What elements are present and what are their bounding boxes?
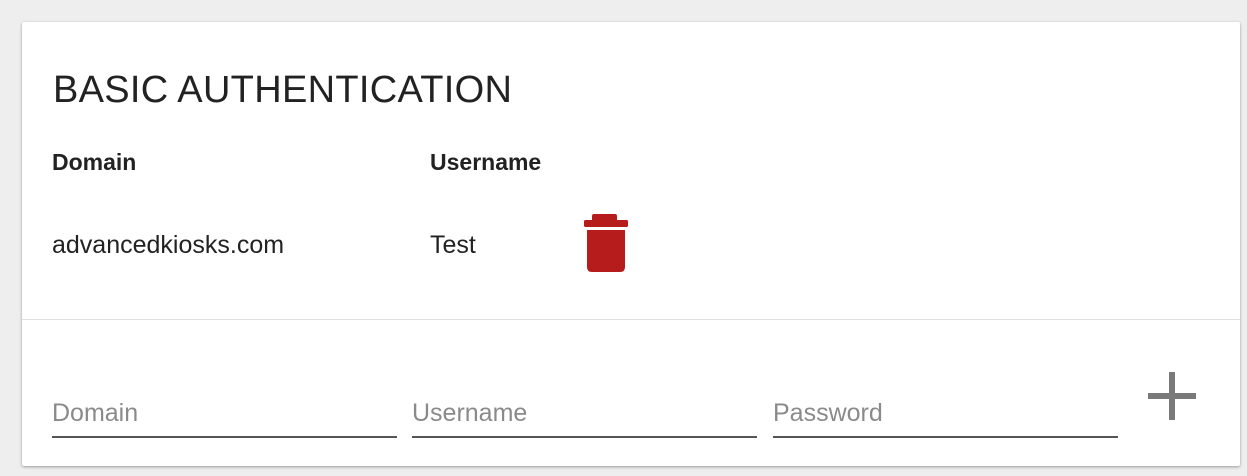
card-title: BASIC AUTHENTICATION bbox=[53, 69, 513, 111]
domain-input[interactable] bbox=[52, 390, 397, 438]
basic-auth-card: BASIC AUTHENTICATION Domain Username adv… bbox=[22, 22, 1240, 466]
username-field-wrapper bbox=[412, 390, 757, 438]
add-credential-button[interactable] bbox=[1142, 366, 1202, 426]
password-input[interactable] bbox=[773, 390, 1118, 438]
trash-icon bbox=[584, 214, 628, 272]
username-input[interactable] bbox=[412, 390, 757, 438]
row-domain-cell: advancedkiosks.com bbox=[52, 231, 285, 259]
domain-column-header: Domain bbox=[52, 149, 137, 175]
username-column-header: Username bbox=[430, 149, 542, 175]
password-field-wrapper bbox=[773, 390, 1118, 438]
domain-field-wrapper bbox=[52, 390, 397, 438]
plus-icon bbox=[1148, 372, 1196, 420]
row-username-cell: Test bbox=[430, 231, 476, 259]
delete-row-button[interactable] bbox=[582, 214, 634, 278]
divider bbox=[22, 319, 1240, 320]
